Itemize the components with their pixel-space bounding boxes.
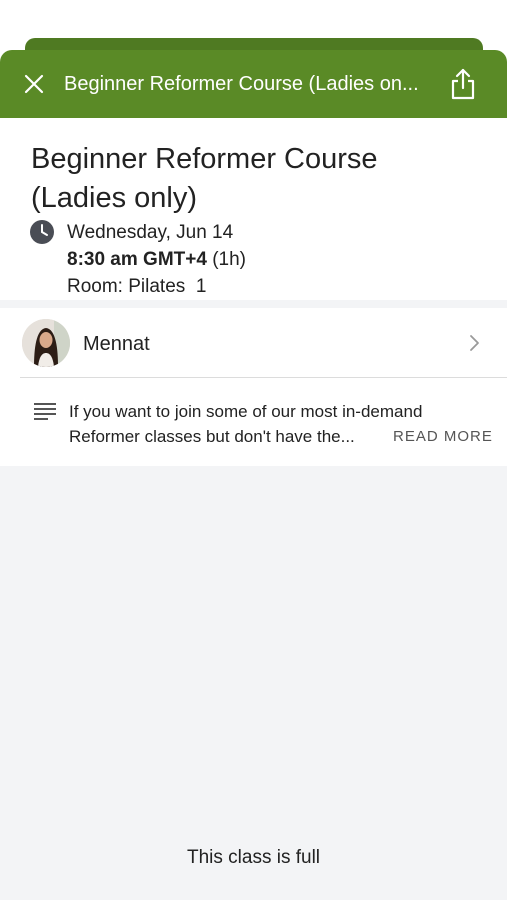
- bottom-area: This class is full: [0, 466, 507, 900]
- share-icon: [451, 68, 475, 100]
- class-room: Room: Pilates 1: [67, 276, 207, 297]
- header-bar: Beginner Reformer Course (Ladies on...: [0, 50, 507, 118]
- class-info-section: Beginner Reformer Course (Ladies only) W…: [0, 118, 507, 300]
- class-title: Beginner Reformer Course (Ladies only): [31, 143, 378, 214]
- class-time-line: 8:30 am GMT+4 (1h): [67, 248, 246, 272]
- close-button[interactable]: [20, 70, 48, 98]
- class-date: Wednesday, Jun 14: [67, 222, 234, 243]
- class-time: 8:30 am GMT+4: [67, 249, 207, 270]
- class-duration: (1h): [212, 249, 246, 270]
- avatar: [22, 319, 70, 367]
- instructor-row[interactable]: Mennat: [0, 308, 507, 378]
- description-row[interactable]: If you want to join some of our most in-…: [0, 378, 507, 466]
- chevron-right-icon: [470, 335, 479, 351]
- section-separator: [0, 300, 507, 308]
- description-lines-icon: [34, 403, 56, 420]
- header-title: Beginner Reformer Course (Ladies on...: [64, 73, 419, 95]
- instructor-name: Mennat: [83, 333, 150, 355]
- share-button[interactable]: [446, 66, 480, 102]
- class-full-status: This class is full: [186, 847, 321, 868]
- read-more-button[interactable]: READ MORE: [393, 427, 493, 447]
- close-icon: [24, 74, 44, 94]
- clock-icon: [30, 220, 54, 244]
